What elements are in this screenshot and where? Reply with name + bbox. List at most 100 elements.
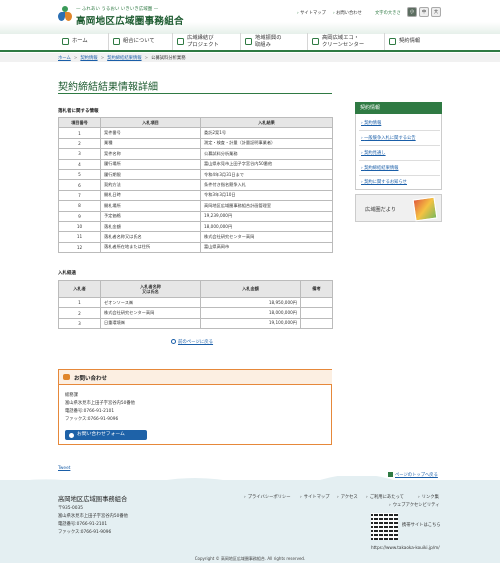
gnav-item-matchmaking[interactable]: 広域縁結び プロジェクト [173, 33, 241, 50]
contact-form-button[interactable]: お問い合わせフォーム [65, 430, 147, 440]
table-header: 備考 [300, 280, 333, 298]
gnav-item-contracts[interactable]: 契約情報 [385, 33, 442, 50]
table-cell: 8 [58, 200, 101, 212]
table-cell: 予定価格 [100, 210, 201, 222]
gnav-item-about[interactable]: 組合について [109, 33, 173, 50]
footer-link-accessibility[interactable]: › ウェブアクセシビリティ [389, 502, 440, 508]
section-heading-bidding: 入札経過 [58, 271, 76, 276]
footer-link-privacy[interactable]: › プライバシーポリシー [244, 494, 291, 500]
sidebar-list: › 契約情報 › 一般競争入札に関する公告 › 契約見通し › 契約締結結果情報… [355, 114, 442, 190]
table-cell: 履行期限 [100, 168, 201, 181]
table-cell: 株式会社研究センター高岡 [200, 231, 333, 243]
table-cell: 2 [58, 307, 101, 319]
table-header: 入札者名称 又は氏名 [100, 280, 201, 298]
contact-title: お問い合わせ [74, 376, 108, 382]
site-tagline: — ふれあい うるおい いきいき広域圏 — [76, 7, 159, 12]
table-header: 入札金額 [200, 280, 301, 298]
back-link[interactable]: 前のページに戻る [171, 339, 213, 345]
table-cell: 案件番号 [100, 127, 201, 139]
site-title[interactable]: 高岡地区広域圏事務組合 [76, 13, 184, 27]
table-cell: 日重環境㈱ [100, 317, 201, 330]
table-cell: 条件付き指名競争入札 [200, 179, 333, 191]
table-cell [300, 296, 333, 309]
footer-link-terms[interactable]: › ご利用にあたって [366, 494, 404, 500]
gnav-item-eco-center[interactable]: 高岡広域エコ・ クリーンセンター [308, 33, 385, 50]
table-row: 2 業種 測定・検査・計量（計量証明事業者） [58, 137, 333, 150]
sidebar-heading: 契約情報 [355, 102, 442, 114]
table-cell: 高岡地区広域圏事務組合計画管理室 [200, 200, 333, 212]
breadcrumb-home[interactable]: ホーム [58, 56, 71, 61]
newsletter-image [412, 196, 438, 222]
gnav-item-regional[interactable]: 地域振興の 取組み [241, 33, 308, 50]
contact-link[interactable]: › お問い合わせ [333, 10, 362, 16]
contact-tel: 電話番号:0766-91-2101 [65, 409, 115, 414]
table-cell: 1 [58, 127, 101, 139]
font-size-small-button[interactable]: 小 [407, 7, 417, 17]
divider [359, 160, 440, 161]
table-row: 11 落札者名称又は氏名 株式会社研究センター高岡 [58, 231, 333, 243]
newsletter-banner-label: 広域圏だより [365, 207, 397, 213]
title-underline [58, 93, 332, 94]
contact-dept: 総務課 [65, 393, 78, 398]
table-cell [300, 317, 333, 330]
footer-link-sitemap[interactable]: › サイトマップ [300, 494, 330, 500]
sidebar-item[interactable]: › 一般競争入札に関する公告 [361, 135, 416, 141]
sidebar-item[interactable]: › 契約締結結果情報 [361, 165, 398, 171]
table-cell: 測定・検査・計量（計量証明事業者） [200, 137, 333, 150]
table-cell: 6 [58, 179, 101, 191]
breadcrumb-results[interactable]: 契約締結結果情報 [107, 56, 141, 61]
building-icon [312, 38, 319, 45]
table-cell: 5 [58, 168, 101, 181]
logo-icon[interactable] [58, 6, 72, 22]
contract-icon [389, 38, 396, 45]
table-row: 12 落札者所在地または住所 富山県高岡市 [58, 241, 333, 254]
table-cell: 3 [58, 317, 101, 330]
sidebar-item[interactable]: › 契約情報 [361, 120, 381, 126]
heart-icon [177, 38, 184, 45]
table-cell: 令和3年3月10日 [200, 189, 333, 202]
table-cell: 業種 [100, 137, 201, 150]
table-row: 5 履行期限 令和4年3月31日まで [58, 168, 333, 181]
footer-wave [0, 476, 500, 488]
table-cell: 18,950,000円 [200, 296, 301, 309]
footer-postal: 〒935-0035 [58, 506, 83, 511]
map-icon [245, 38, 252, 45]
divider [359, 145, 440, 146]
bidding-table: 入札者 入札者名称 又は氏名 入札金額 備考 1 ゼオンソース㈱ 18,950,00… [58, 280, 333, 330]
table-row: 4 履行場所 富山県氷見市上田子字宮谷内50番他 [58, 158, 333, 170]
table-row: 7 開札日時 令和3年3月10日 [58, 189, 333, 202]
table-row: 10 落札金額 18,000,000円 [58, 220, 333, 233]
footer-org-name: 高岡地区広域圏事務組合 [58, 496, 128, 503]
table-cell [300, 307, 333, 319]
breadcrumb-contracts[interactable]: 契約情報 [80, 56, 97, 61]
table-cell: 18,000,000円 [200, 220, 333, 233]
table-cell: 3 [58, 148, 101, 160]
table-cell: 落札者所在地または住所 [100, 241, 201, 254]
table-header: 入札者 [58, 280, 101, 298]
table-cell: ゼオンソース㈱ [100, 296, 201, 309]
table-row: 1 案件番号 委託2案1号 [58, 127, 333, 139]
contact-header: お問い合わせ [59, 370, 332, 385]
sitemap-link[interactable]: › サイトマップ [297, 10, 326, 16]
footer-link-access[interactable]: › アクセス [337, 494, 358, 500]
table-row: 2 株式会社研究センター高岡 18,000,000円 [58, 307, 333, 319]
table-row: 1 ゼオンソース㈱ 18,950,000円 [58, 296, 333, 309]
table-header-row: 入札者 入札者名称 又は氏名 入札金額 備考 [58, 280, 333, 298]
breadcrumb: ホーム > 契約情報 > 契約締結結果情報 > 公募試料分析業務 [58, 56, 186, 61]
newsletter-banner[interactable]: 広域圏だより [355, 194, 442, 222]
table-row: 9 予定価格 19,239,000円 [58, 210, 333, 222]
mobile-site-url[interactable]: https://www.takaoka-kouiki.jp/m/ [371, 545, 440, 550]
font-size-medium-button[interactable]: 中 [419, 7, 429, 17]
page-title: 契約締結結果情報詳細 [58, 82, 158, 93]
table-cell: 落札者名称又は氏名 [100, 231, 201, 243]
sidebar-item[interactable]: › 契約見通し [361, 150, 386, 156]
copyright: Copyright © 高岡地区広域圏事務組合. All rights rese… [194, 556, 306, 561]
tweet-button[interactable]: Tweet [58, 466, 70, 471]
table-cell: 4 [58, 158, 101, 170]
gnav-item-home[interactable]: ホーム [58, 33, 109, 50]
sidebar-item[interactable]: › 契約に関するお知らせ [361, 179, 407, 185]
footer-link-links[interactable]: › リンク集 [418, 494, 439, 500]
font-size-large-button[interactable]: 大 [431, 7, 441, 17]
global-nav: ホーム 組合について 広域縁結び プロジェクト 地域振興の 取組み 高岡広域エコ… [58, 33, 442, 50]
table-cell: 公募試料分析業務 [200, 148, 333, 160]
